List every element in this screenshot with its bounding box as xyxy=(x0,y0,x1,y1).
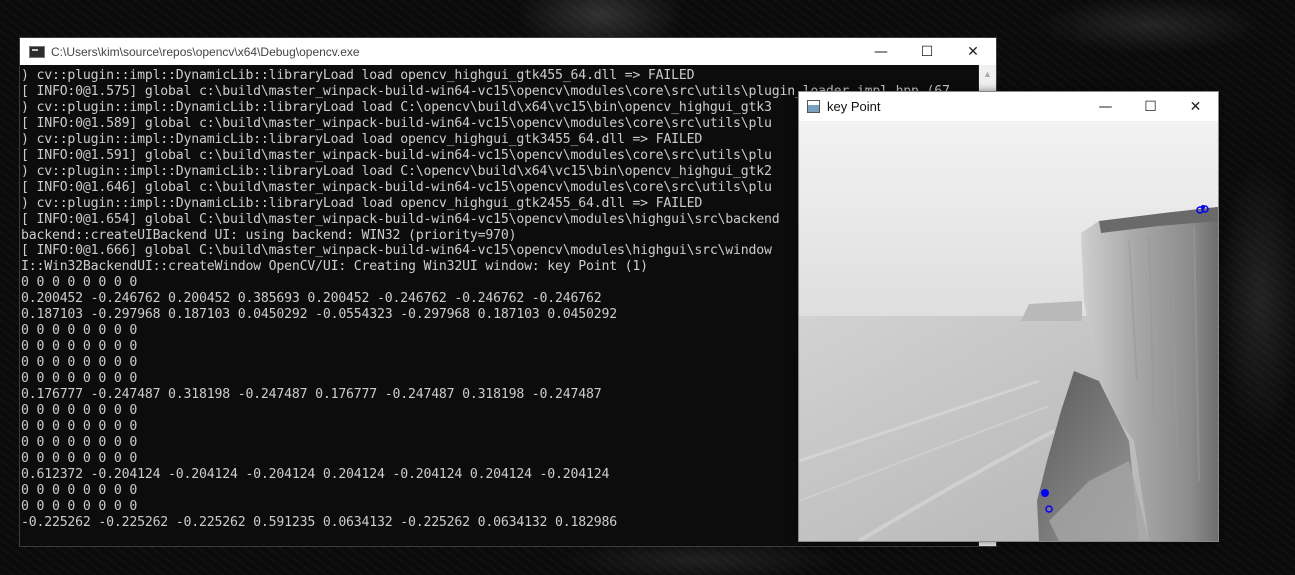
scroll-up-arrow-icon[interactable]: ▲ xyxy=(979,65,996,82)
console-app-icon xyxy=(29,45,45,58)
console-close-button[interactable]: ✕ xyxy=(950,38,996,65)
console-title: C:\Users\kim\source\repos\opencv\x64\Deb… xyxy=(51,44,360,59)
image-canvas xyxy=(799,121,1218,541)
key-point-window[interactable]: key Point — ☐ ✕ xyxy=(798,91,1219,542)
image-maximize-button[interactable]: ☐ xyxy=(1128,92,1173,121)
keypoint-marker xyxy=(1201,205,1205,209)
keypoint-marker xyxy=(1041,489,1049,497)
image-window-icon xyxy=(807,100,820,113)
console-maximize-button[interactable]: ☐ xyxy=(904,38,950,65)
console-minimize-button[interactable]: — xyxy=(858,38,904,65)
console-titlebar[interactable]: C:\Users\kim\source\repos\opencv\x64\Deb… xyxy=(20,38,996,65)
image-close-button[interactable]: ✕ xyxy=(1173,92,1218,121)
image-window-title: key Point xyxy=(827,99,881,114)
console-line: ) cv::plugin::impl::DynamicLib::libraryL… xyxy=(21,68,695,83)
distant-headland xyxy=(1021,301,1082,321)
image-minimize-button[interactable]: — xyxy=(1083,92,1128,121)
cliff-photo xyxy=(799,121,1218,541)
image-window-titlebar[interactable]: key Point — ☐ ✕ xyxy=(799,92,1218,121)
